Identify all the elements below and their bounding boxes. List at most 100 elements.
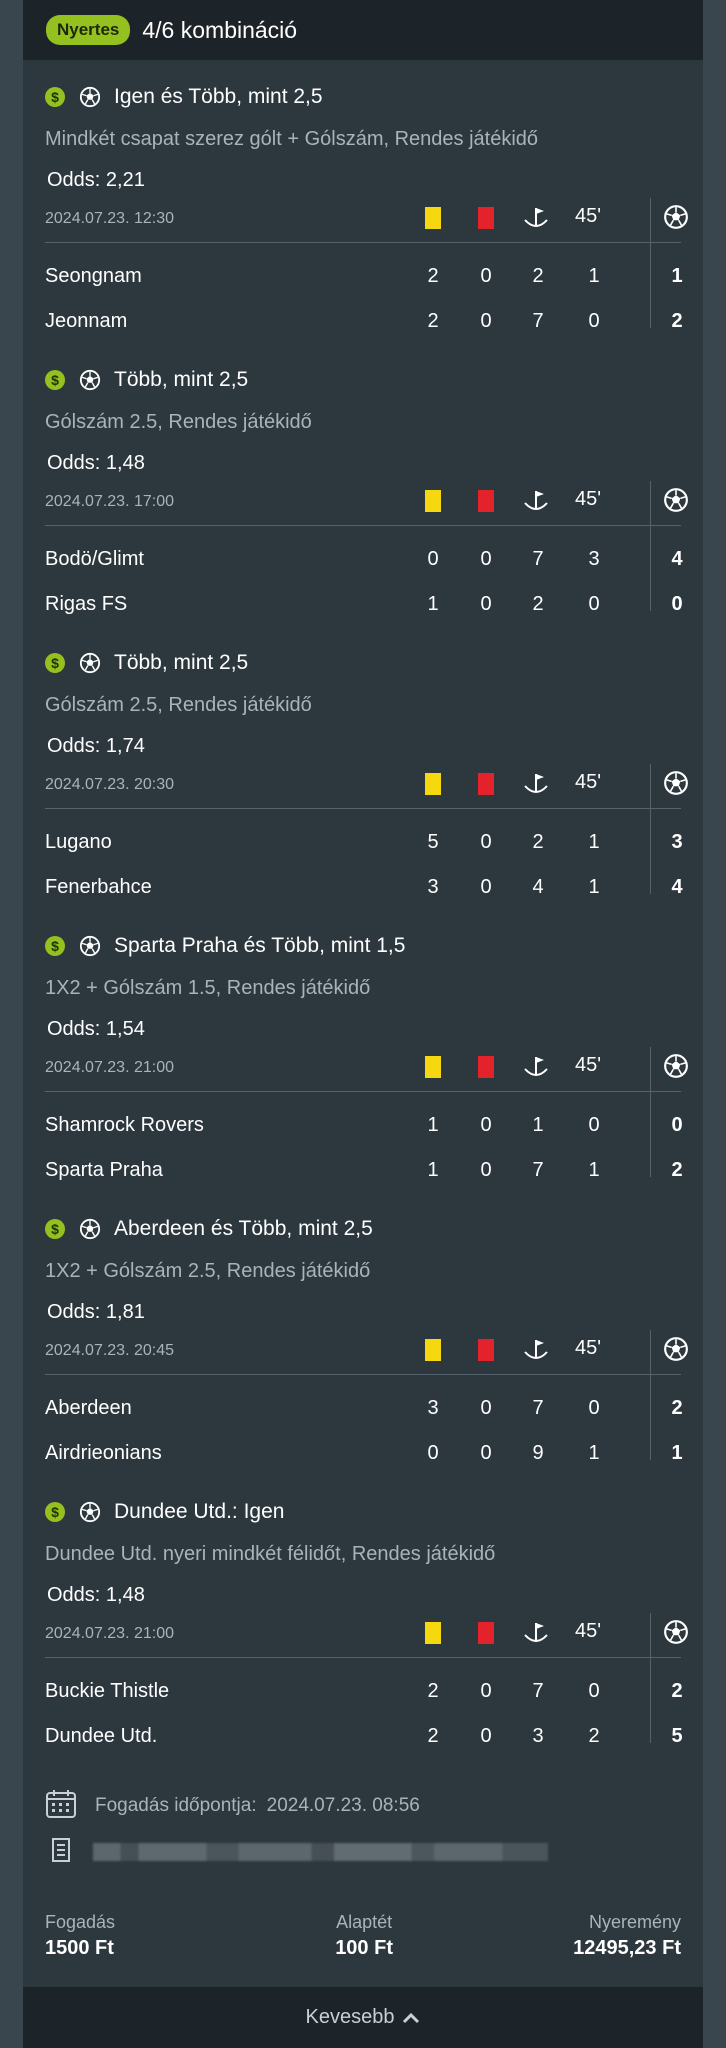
yellow-cards-value: 2: [427, 1725, 439, 1747]
bet-leg: $ Több, mint 2,5 Gólszám 2.5, Rendes ját…: [45, 626, 688, 909]
calendar-icon: [45, 1789, 77, 1824]
red-cards-value: 0: [480, 548, 492, 570]
team-name: Lugano: [45, 831, 112, 853]
team-name: Aberdeen: [45, 1397, 132, 1419]
soccer-ball-icon: [79, 86, 101, 108]
divider: [45, 1374, 681, 1375]
divider: [45, 1091, 681, 1092]
show-less-label: Kevesebb: [305, 2006, 395, 2028]
divider: [650, 1613, 651, 1743]
market-name: Dundee Utd. nyeri mindkét félidőt, Rende…: [45, 1543, 496, 1565]
goals-value: 5: [671, 1725, 683, 1747]
market-name: 1X2 + Gólszám 1.5, Rendes játékidő: [45, 977, 371, 999]
team-name: Rigas FS: [45, 593, 128, 615]
team-name: Dundee Utd.: [45, 1725, 158, 1747]
corners-value: 2: [532, 593, 544, 615]
red-cards-value: 0: [480, 310, 492, 332]
divider: [650, 198, 651, 328]
half-time-value: 0: [588, 593, 600, 615]
red-card-icon: [478, 207, 494, 229]
leg-title: Több, mint 2,5: [114, 651, 249, 674]
corner-flag-icon: [522, 204, 550, 232]
half-time-value: 2: [588, 1725, 600, 1747]
soccer-ball-icon: [663, 1619, 689, 1645]
half-time-value: 1: [588, 1159, 600, 1181]
team-name: Seongnam: [45, 265, 142, 287]
match-date: 2024.07.23. 20:30: [45, 776, 175, 793]
slip-header: Nyertes 4/6 kombináció: [23, 0, 703, 60]
yellow-card-icon: [425, 1339, 441, 1361]
match-date: 2024.07.23. 21:00: [45, 1625, 175, 1642]
half-time-value: 0: [588, 1114, 600, 1136]
divider: [45, 1657, 681, 1658]
bet-time-label: Fogadás időpontja:: [95, 1795, 257, 1816]
divider: [45, 525, 681, 526]
corner-flag-icon: [522, 1336, 550, 1364]
goals-value: 3: [671, 831, 683, 853]
market-name: Mindkét csapat szerez gólt + Gólszám, Re…: [45, 128, 539, 150]
bet-leg: $ Sparta Praha és Több, mint 1,5 1X2 + G…: [45, 909, 688, 1192]
leg-title-row: $ Sparta Praha és Több, mint 1,5: [45, 934, 405, 958]
win-label: Nyeremény: [588, 1912, 681, 1932]
red-card-icon: [478, 1339, 494, 1361]
bet-leg: $ Igen és Több, mint 2,5 Mindkét csapat …: [45, 60, 688, 343]
divider: [650, 1330, 651, 1460]
red-cards-value: 0: [480, 265, 492, 287]
stake-label: Fogadás: [45, 1912, 116, 1932]
divider: [45, 808, 681, 809]
half-time-header: 45': [575, 488, 602, 510]
corners-value: 9: [532, 1442, 544, 1464]
red-card-icon: [478, 490, 494, 512]
red-card-icon: [478, 1056, 494, 1078]
base-value: 100 Ft: [335, 1937, 393, 1959]
bet-leg: $ Dundee Utd.: Igen Dundee Utd. nyeri mi…: [45, 1475, 688, 1758]
yellow-cards-value: 0: [427, 1442, 439, 1464]
red-cards-value: 0: [480, 1680, 492, 1702]
soccer-ball-icon: [79, 652, 101, 674]
red-cards-value: 0: [480, 1442, 492, 1464]
odds-value: Odds: 1,48: [47, 1584, 145, 1606]
market-name: Gólszám 2.5, Rendes játékidő: [45, 694, 312, 716]
goals-value: 2: [671, 1680, 683, 1702]
half-time-value: 1: [588, 831, 600, 853]
yellow-cards-value: 1: [427, 593, 439, 615]
leg-title: Igen és Több, mint 2,5: [114, 85, 323, 108]
yellow-card-icon: [425, 207, 441, 229]
dollar-icon: $: [45, 370, 65, 390]
corner-flag-icon: [522, 770, 550, 798]
ticket-id-redacted: [93, 1843, 548, 1861]
yellow-card-icon: [425, 1056, 441, 1078]
soccer-ball-icon: [663, 1336, 689, 1362]
goals-value: 4: [671, 876, 683, 898]
leg-title: Több, mint 2,5: [114, 368, 249, 391]
dollar-icon: $: [45, 1502, 65, 1522]
red-cards-value: 0: [480, 1159, 492, 1181]
dollar-icon: $: [45, 936, 65, 956]
goals-value: 4: [671, 548, 683, 570]
show-less-button[interactable]: Kevesebb: [23, 1987, 703, 2048]
bet-leg: $ Aberdeen és Több, mint 2,5 1X2 + Gólsz…: [45, 1192, 688, 1475]
team-name: Bodö/Glimt: [45, 548, 144, 570]
half-time-value: 3: [588, 548, 600, 570]
half-time-value: 1: [588, 876, 600, 898]
team-name: Sparta Praha: [45, 1159, 163, 1181]
half-time-value: 0: [588, 1680, 600, 1702]
stake-value: 1500 Ft: [45, 1937, 114, 1959]
soccer-ball-icon: [79, 935, 101, 957]
ticket-id-row: [45, 1829, 681, 1875]
odds-value: Odds: 1,81: [47, 1301, 145, 1323]
legs-list: $ Igen és Több, mint 2,5 Mindkét csapat …: [23, 60, 703, 1758]
ticket-id-icon: [51, 1837, 71, 1868]
stake-block: Fogadás 1500 Ft: [45, 1912, 115, 1960]
match-date: 2024.07.23. 20:45: [45, 1342, 175, 1359]
red-cards-value: 0: [480, 1114, 492, 1136]
leg-title: Aberdeen és Több, mint 2,5: [114, 1217, 373, 1240]
team-name: Buckie Thistle: [45, 1680, 170, 1702]
goals-value: 1: [671, 265, 683, 287]
corners-value: 3: [532, 1725, 544, 1747]
corners-value: 7: [532, 310, 544, 332]
soccer-ball-icon: [79, 1501, 101, 1523]
divider: [45, 242, 681, 243]
leg-title-row: $ Több, mint 2,5: [45, 368, 248, 392]
dollar-icon: $: [45, 1219, 65, 1239]
